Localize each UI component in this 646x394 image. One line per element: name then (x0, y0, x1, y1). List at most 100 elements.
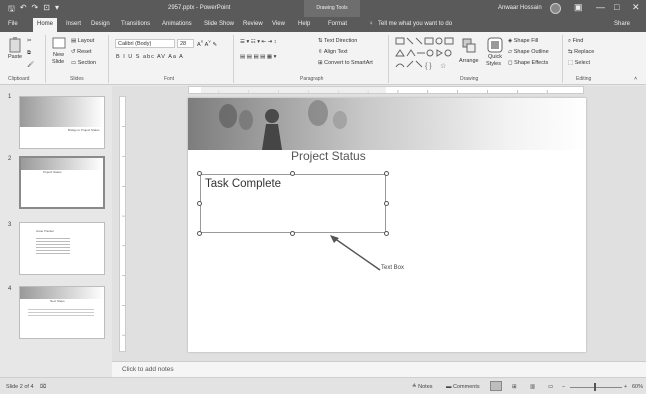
zoom-in-icon[interactable]: + (624, 384, 627, 390)
slide-sorter-icon[interactable]: ⊞ (512, 384, 517, 390)
select-label: Select (574, 60, 591, 66)
font-name-combo[interactable]: Calibri (Body) (115, 39, 175, 48)
zoom-out-icon[interactable]: − (562, 384, 565, 390)
tab-insert[interactable]: Insert (66, 21, 81, 27)
align-buttons-icon[interactable]: ▤ ▤ ▤ ▤ ▦ ▾ (240, 54, 276, 60)
zoom-slider[interactable] (570, 387, 622, 388)
resize-handle[interactable] (384, 171, 389, 176)
start-from-beginning-icon[interactable]: ⊡ (43, 3, 50, 17)
tab-file[interactable]: File (8, 21, 18, 27)
thumbnail-text: Issue Tracker (36, 229, 55, 233)
redo-icon[interactable]: ↷ (32, 3, 39, 17)
layout-button[interactable]: ▤ Layout (71, 38, 94, 44)
group-divider (562, 35, 563, 83)
new-slide-label[interactable]: New (53, 52, 64, 58)
paste-icon[interactable] (9, 37, 23, 53)
resize-handle[interactable] (384, 231, 389, 236)
replace-button[interactable]: ⇆ Replace (568, 49, 594, 55)
section-button[interactable]: ▭ Section (71, 60, 96, 66)
tab-view[interactable]: View (272, 21, 285, 27)
font-size-combo[interactable]: 28 (177, 39, 194, 48)
maximize-button[interactable]: □ (614, 2, 619, 12)
reset-button[interactable]: ↺ Reset (71, 49, 92, 55)
group-divider (108, 35, 109, 83)
quick-styles-label-2[interactable]: Styles (486, 61, 501, 67)
slide-thumbnail-4[interactable]: Next Steps (19, 286, 105, 339)
copy-icon[interactable]: ⧉ (27, 50, 31, 57)
tab-format[interactable]: Format (328, 21, 347, 27)
grow-font-icon[interactable]: A˄ A˅ ✎ (197, 39, 217, 48)
save-icon[interactable]: 🖫 (8, 3, 15, 17)
vertical-ruler (119, 96, 126, 352)
slideshow-view-icon[interactable]: ▭ (548, 384, 553, 390)
zoom-slider-thumb[interactable] (594, 383, 596, 391)
share-button[interactable]: Share (614, 21, 630, 27)
align-text-button[interactable]: ⇳ Align Text (318, 49, 348, 55)
tab-design[interactable]: Design (91, 21, 110, 27)
collapse-ribbon-icon[interactable]: ˄ (634, 76, 637, 82)
quick-styles-icon[interactable] (487, 37, 503, 53)
resize-handle[interactable] (197, 171, 202, 176)
resize-handle[interactable] (290, 171, 295, 176)
comments-button[interactable]: ▬ Comments (446, 384, 480, 390)
resize-handle[interactable] (197, 231, 202, 236)
undo-icon[interactable]: ↶ (20, 3, 27, 17)
slide-title[interactable]: Project Status (291, 149, 366, 163)
ribbon-display-options-icon[interactable]: ▣ (574, 2, 583, 13)
resize-handle[interactable] (384, 201, 389, 206)
normal-view-icon[interactable] (490, 381, 502, 391)
resize-handle[interactable] (290, 231, 295, 236)
slide-count: Slide 2 of 4 (6, 384, 34, 390)
avatar[interactable] (550, 3, 561, 14)
text-box-content[interactable]: Task Complete (205, 178, 281, 190)
selected-text-box[interactable]: Task Complete (200, 174, 386, 233)
font-format-buttons[interactable]: B I U S abc AV Aa A (116, 54, 184, 60)
group-label-editing: Editing (576, 76, 592, 82)
arrange-icon[interactable] (462, 38, 476, 54)
contextual-tab-label: Drawing Tools (304, 0, 360, 17)
group-label-paragraph: Paragraph (300, 76, 324, 82)
text-direction-button[interactable]: ⇅ Text Direction (318, 38, 357, 44)
paste-label[interactable]: Paste (8, 54, 22, 60)
quick-styles-label[interactable]: Quick (488, 54, 502, 60)
tab-slide-show[interactable]: Slide Show (204, 21, 234, 27)
user-name[interactable]: Anwaar Hossain (498, 5, 542, 11)
shape-outline-button[interactable]: ▱ Shape Outline (508, 49, 549, 55)
tab-transitions[interactable]: Transitions (121, 21, 150, 27)
bullets-icon[interactable]: ☰ ▾ ☷ ▾ ⇤ ⇥ ↕ (240, 39, 277, 45)
notes-pane[interactable]: Click to add notes (112, 361, 646, 377)
select-button[interactable]: ⬚ Select (568, 60, 590, 66)
tab-review[interactable]: Review (243, 21, 263, 27)
slide-canvas[interactable]: Project Status Task Complete (188, 98, 586, 352)
new-slide-label-2[interactable]: Slide (52, 59, 64, 65)
status-bar: Slide 2 of 4 ⌧ ≙ Notes ▬ Comments ⊞ ▥ ▭ … (0, 377, 646, 394)
convert-smartart-button[interactable]: ⊞ Convert to SmartArt (318, 60, 373, 66)
minimize-button[interactable]: — (596, 2, 605, 12)
horizontal-ruler (188, 86, 584, 94)
tab-help[interactable]: Help (298, 21, 310, 27)
section-label: Section (77, 60, 97, 66)
shapes-gallery-icon[interactable]: { } ☆ (395, 37, 457, 71)
notes-button[interactable]: ≙ Notes (412, 384, 433, 390)
slide-thumbnail-3[interactable]: Issue Tracker (19, 222, 105, 275)
resize-handle[interactable] (197, 201, 202, 206)
new-slide-icon[interactable] (52, 37, 66, 49)
find-button[interactable]: ⌕ Find (568, 38, 583, 45)
customize-qat-icon[interactable]: ▾ (55, 3, 59, 17)
arrange-label[interactable]: Arrange (459, 58, 479, 64)
zoom-level[interactable]: 60% (632, 384, 643, 390)
cut-icon[interactable]: ✂ (27, 38, 32, 44)
lightbulb-icon: ♀ (369, 21, 374, 27)
format-painter-icon[interactable]: 🖌 (27, 62, 34, 68)
tell-me-search[interactable]: Tell me what you want to do (378, 21, 452, 27)
reading-view-icon[interactable]: ▥ (530, 384, 535, 390)
tab-animations[interactable]: Animations (162, 21, 192, 27)
shape-effects-button[interactable]: ◻ Shape Effects (508, 60, 548, 66)
shape-fill-button[interactable]: ◈ Shape Fill (508, 38, 538, 44)
slide-thumbnail-2[interactable]: Project Status (19, 156, 105, 209)
close-button[interactable]: ✕ (632, 2, 640, 13)
tab-home[interactable]: Home (33, 18, 58, 32)
spelling-icon[interactable]: ⌧ (40, 384, 46, 390)
slide-thumbnail-1[interactable]: Bridge to Project Status (19, 96, 105, 149)
callout-arrow-icon (330, 235, 381, 271)
